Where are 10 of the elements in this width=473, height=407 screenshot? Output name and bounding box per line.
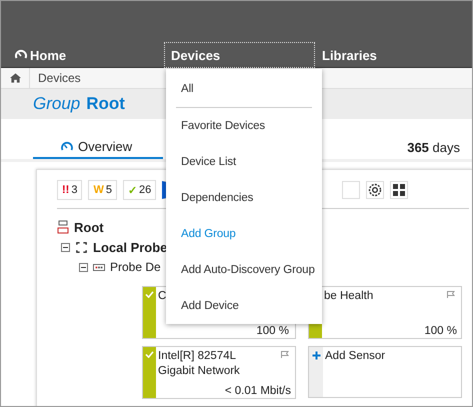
sensor-value: < 0.01 Mbit/s <box>224 385 291 397</box>
add-sensor-label: Add Sensor <box>325 349 386 364</box>
sensor-name: be Health <box>324 289 374 304</box>
sensor-value: 100 % <box>255 325 289 337</box>
sensor-value: 100 % <box>423 325 457 337</box>
page-title-kind: Group <box>33 94 80 114</box>
page-title: Root <box>86 94 125 114</box>
period-label: 365 days <box>407 140 460 157</box>
sensor-name: Intel[R] 82574L Gigabit Network <box>158 349 241 379</box>
sensor-name: C <box>158 289 168 304</box>
